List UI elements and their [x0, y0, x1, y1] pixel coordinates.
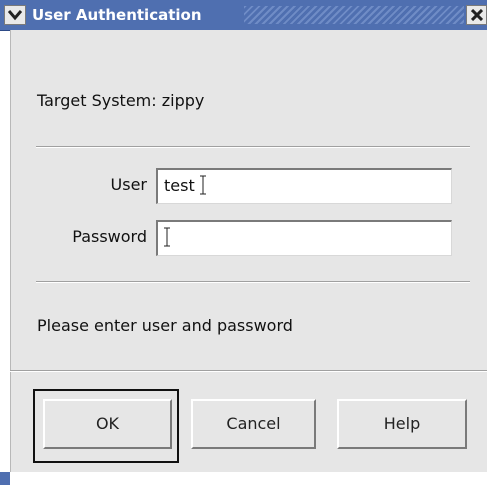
- auth-dialog-window: User Authentication Target System: zippy…: [0, 0, 487, 485]
- close-icon: [471, 9, 483, 21]
- target-system-label: Target System: zippy: [37, 91, 205, 110]
- separator: [10, 370, 487, 372]
- ok-button[interactable]: OK: [43, 399, 172, 449]
- password-label: Password: [72, 227, 147, 246]
- help-button[interactable]: Help: [337, 399, 467, 449]
- text-cursor-icon: [164, 227, 170, 247]
- window-menu-button[interactable]: [4, 5, 26, 25]
- chevron-down-icon: [8, 10, 22, 21]
- user-label: User: [110, 175, 147, 194]
- text-cursor-icon: [200, 175, 206, 195]
- user-input-value: test: [164, 176, 195, 195]
- cancel-button[interactable]: Cancel: [191, 399, 316, 449]
- window-title: User Authentication: [32, 6, 202, 24]
- bottom-edge: [0, 472, 487, 485]
- status-message: Please enter user and password: [37, 316, 293, 335]
- password-input[interactable]: [156, 220, 452, 256]
- separator: [36, 281, 470, 283]
- title-bar[interactable]: User Authentication: [0, 0, 487, 31]
- separator: [36, 146, 470, 148]
- close-button[interactable]: [466, 5, 487, 25]
